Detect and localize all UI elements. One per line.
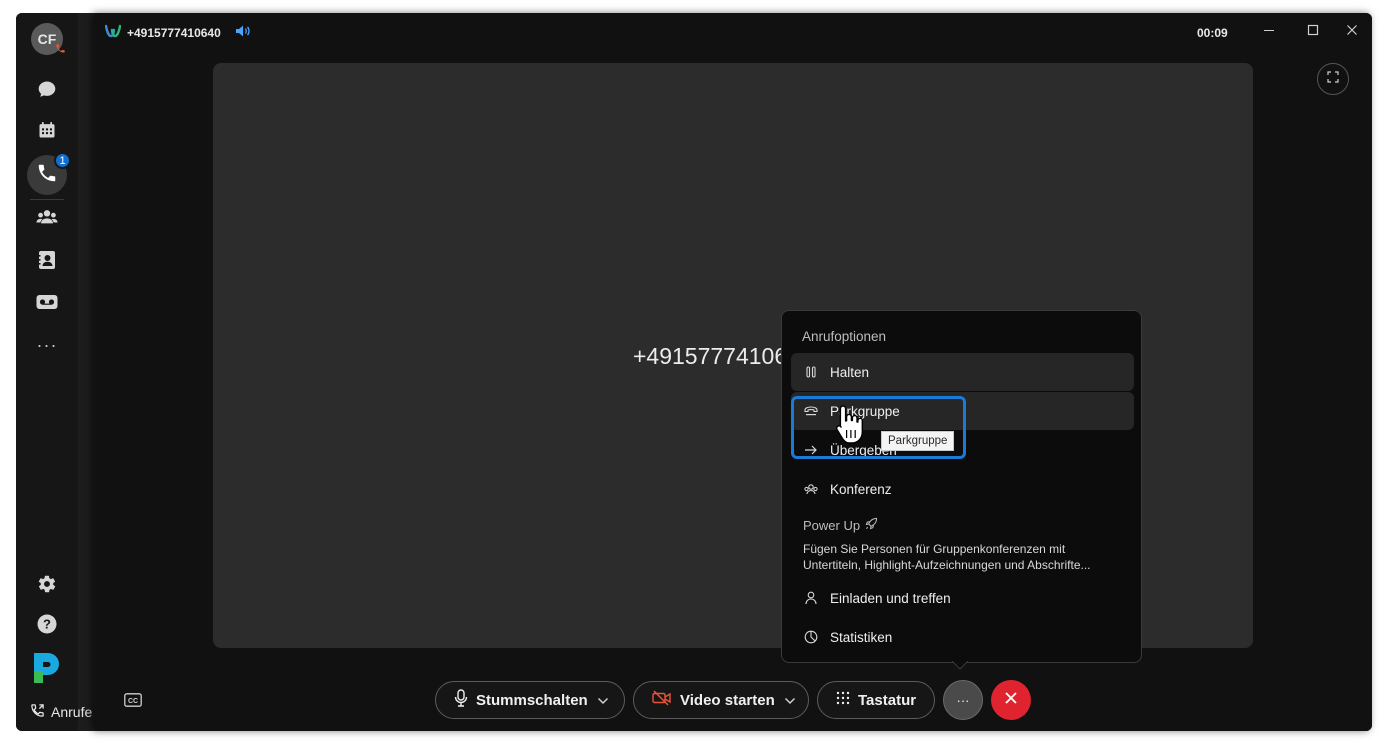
- closed-captions-icon: CC: [124, 692, 142, 712]
- conference-label: Konferenz: [830, 481, 892, 497]
- video-off-icon: [652, 690, 672, 710]
- keypad-button[interactable]: Tastatur: [817, 681, 935, 719]
- microphone-icon: [454, 689, 468, 711]
- keypad-main: Tastatur: [818, 691, 916, 709]
- park-tooltip: Parkgruppe: [881, 431, 955, 451]
- speaker-icon[interactable]: [235, 24, 251, 41]
- sidebar-more-button[interactable]: ···: [31, 329, 63, 361]
- chevron-down-icon: [597, 692, 609, 709]
- close-icon: [1346, 23, 1358, 41]
- powerup-description[interactable]: Fügen Sie Personen für Gruppenkonferenze…: [803, 541, 1123, 573]
- minimize-icon: [1263, 23, 1275, 41]
- chat-icon: [37, 79, 57, 104]
- gear-icon: [37, 574, 57, 599]
- sidebar-item-messaging[interactable]: [31, 75, 63, 107]
- menu-item-conference[interactable]: Konferenz: [791, 470, 1134, 508]
- call-options-menu: Anrufoptionen Halten Parkgruppe Übergebe…: [781, 310, 1142, 663]
- keypad-icon: [836, 691, 850, 709]
- sidebar-divider: [30, 199, 64, 200]
- more-options-button[interactable]: ···: [943, 680, 983, 720]
- menu-item-invite[interactable]: Einladen und treffen: [791, 579, 1134, 617]
- app-logo: [29, 649, 65, 689]
- close-icon: [1004, 691, 1018, 710]
- phone-forward-icon: [30, 703, 45, 721]
- video-label: Video starten: [680, 691, 775, 709]
- hand-cursor-icon: [835, 405, 863, 444]
- svg-text:?: ?: [43, 616, 51, 631]
- help-button[interactable]: ?: [31, 610, 63, 642]
- call-title: +4915777410640: [104, 24, 251, 41]
- calls-status-label[interactable]: Anrufe: [30, 703, 92, 721]
- rocket-icon: [865, 517, 878, 533]
- avatar-initials: CF: [37, 31, 57, 47]
- captions-button[interactable]: CC: [121, 691, 145, 713]
- settings-button[interactable]: [31, 570, 63, 602]
- end-call-button[interactable]: [991, 680, 1031, 720]
- user-avatar[interactable]: CF: [31, 23, 66, 57]
- statistics-label: Statistiken: [830, 629, 893, 645]
- menu-item-hold[interactable]: Halten: [791, 353, 1134, 391]
- keypad-label: Tastatur: [858, 691, 917, 709]
- call-titlebar: +4915777410640 00:09: [93, 13, 1372, 51]
- menu-title: Anrufoptionen: [802, 329, 887, 344]
- call-window: +4915777410640 00:09 +4915777410640 CC S…: [93, 13, 1372, 731]
- webex-logo-icon: [104, 24, 122, 41]
- title-number: +4915777410640: [127, 25, 221, 40]
- calls-label: Anrufe: [51, 704, 93, 720]
- powerup-heading: Power Up: [803, 517, 878, 533]
- start-video-button[interactable]: Video starten: [634, 690, 775, 710]
- menu-pointer: [952, 661, 968, 670]
- menu-item-statistics[interactable]: Statistiken: [791, 618, 1134, 656]
- sidebar-item-calling[interactable]: 1: [27, 152, 71, 195]
- mute-label: Stummschalten: [476, 691, 588, 709]
- video-control: Video starten: [633, 681, 809, 719]
- sidebar-item-voicemail[interactable]: [31, 288, 63, 320]
- call-timer: 00:09: [1197, 26, 1228, 40]
- logo-icon: [30, 649, 64, 690]
- voicemail-icon: [36, 294, 58, 315]
- statistics-icon: [804, 630, 818, 644]
- maximize-icon: [1307, 23, 1319, 41]
- maximize-button[interactable]: [1299, 21, 1327, 43]
- active-call-icon: [55, 43, 66, 57]
- svg-text:CC: CC: [128, 698, 138, 705]
- calls-badge: 1: [54, 152, 71, 169]
- contacts-icon: [38, 250, 56, 275]
- invite-label: Einladen und treffen: [830, 590, 951, 606]
- mute-control: Stummschalten: [435, 681, 625, 719]
- powerup-title: Power Up: [803, 517, 861, 533]
- minimize-button[interactable]: [1255, 21, 1283, 43]
- fullscreen-button[interactable]: [1317, 63, 1349, 95]
- sidebar-item-teams[interactable]: [31, 203, 63, 235]
- hold-label: Halten: [830, 364, 870, 380]
- video-options-button[interactable]: [775, 692, 805, 709]
- mute-button[interactable]: Stummschalten: [436, 689, 588, 711]
- sidebar-item-meetings[interactable]: [31, 116, 63, 148]
- mute-options-button[interactable]: [588, 692, 618, 709]
- help-icon: ?: [37, 614, 57, 639]
- sidebar-item-contacts[interactable]: [31, 246, 63, 278]
- people-icon: [36, 207, 58, 232]
- person-add-icon: [804, 591, 818, 605]
- chevron-down-icon: [784, 692, 796, 709]
- pause-icon: [804, 365, 818, 379]
- sidebar: CF 1 ··· ? Anrufe: [16, 13, 92, 731]
- fullscreen-icon: [1327, 70, 1339, 88]
- calendar-icon: [37, 120, 57, 145]
- conference-icon: [804, 482, 818, 496]
- close-window-button[interactable]: [1338, 21, 1366, 43]
